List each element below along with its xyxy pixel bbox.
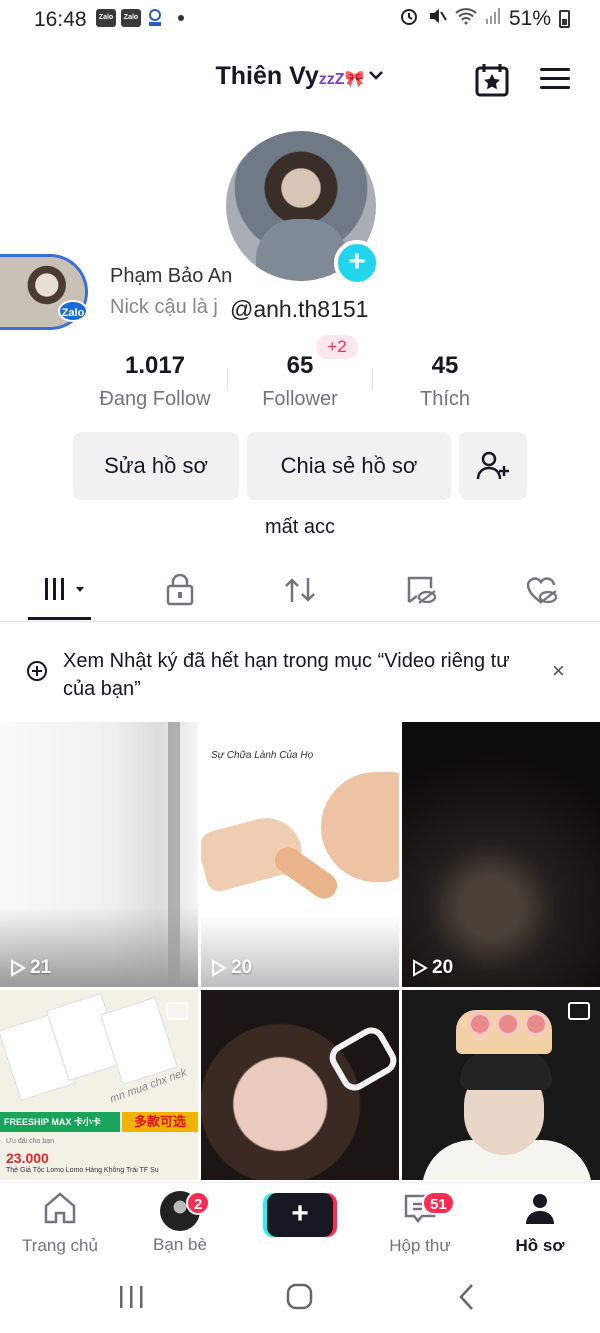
back-icon [459, 1284, 473, 1310]
view-count: 20 [412, 957, 453, 979]
stat-likes[interactable]: 45 Thích [365, 352, 525, 411]
deal-tag: Ưu đãi cho bạn [6, 1138, 55, 1145]
photo-icon [166, 1002, 188, 1020]
profile-header: Thiên VyzzZ🎀 [0, 56, 600, 104]
battery-percent: 51% [508, 7, 551, 30]
signal-icon [485, 7, 501, 31]
photo-post-thumbnail[interactable]: mn mua chx nek FREESHIP MAX 卡小卡 多款可选 Ưu … [0, 990, 198, 1180]
play-icon [413, 959, 428, 977]
repost-icon [285, 578, 315, 602]
photo-icon [568, 1002, 590, 1020]
zalo-notification-icon: Zalo [96, 9, 116, 27]
mute-icon [427, 6, 447, 32]
nav-inbox[interactable]: 51 Hộp thư [360, 1191, 480, 1256]
friends-badge: 2 [186, 1191, 211, 1215]
nav-profile[interactable]: Hồ sơ [480, 1191, 600, 1256]
grid-icon [45, 578, 84, 600]
active-tab-indicator [28, 617, 91, 620]
tab-reposts[interactable] [282, 572, 318, 608]
menu-icon [540, 68, 570, 71]
stat-followers[interactable]: 65 Follower [220, 352, 380, 411]
home-circle-icon [286, 1283, 313, 1310]
add-friend-button[interactable] [459, 432, 527, 500]
profile-icon [526, 1194, 554, 1224]
calendar-star-button[interactable] [474, 62, 514, 98]
chat-head-message: Nick cậu là j [110, 296, 218, 318]
play-icon [11, 959, 26, 977]
home-system-button[interactable] [279, 1282, 319, 1312]
home-icon [44, 1192, 76, 1224]
wifi-icon [455, 7, 477, 31]
photo-post-thumbnail[interactable] [402, 990, 600, 1180]
recent-apps-icon [120, 1286, 143, 1308]
alarm-icon [399, 6, 419, 32]
lock-icon [166, 573, 194, 606]
banner-text: Xem Nhật ký đã hết hạn trong mục “Video … [63, 650, 510, 700]
nav-home[interactable]: Trang chủ [0, 1191, 120, 1256]
tab-videos[interactable] [42, 572, 92, 608]
username-decoration: zzZ🎀 [318, 71, 365, 88]
battery-icon [559, 10, 570, 28]
product-badge: 多款可选 [122, 1112, 198, 1132]
notification-dot-icon [178, 15, 184, 21]
heart-hidden-icon [526, 577, 558, 604]
back-button[interactable] [446, 1282, 486, 1312]
tab-saved[interactable] [403, 572, 439, 608]
add-story-button[interactable]: + [334, 240, 380, 286]
inbox-badge: 51 [422, 1191, 455, 1215]
play-icon [212, 959, 227, 977]
close-icon[interactable]: × [552, 658, 565, 684]
content-tabs [0, 560, 600, 622]
status-bar: 16:48 Zalo Zalo 51% [0, 0, 600, 38]
status-time: 16:48 [34, 8, 87, 31]
bottom-navigation: Trang chủ 2 Bạn bè + 51 Hộp thư Hồ sơ [0, 1182, 600, 1262]
expired-stories-banner[interactable]: Xem Nhật ký đã hết hạn trong mục “Video … [0, 630, 600, 712]
chevron-down-icon [368, 65, 384, 86]
nav-friends[interactable]: 2 Bạn bè [120, 1191, 240, 1255]
video-caption: Sự Chữa Lành Của Họ [211, 750, 314, 761]
video-thumbnail[interactable]: 21 [0, 722, 198, 987]
edit-profile-button[interactable]: Sửa hồ sơ [73, 432, 239, 500]
recent-apps-button[interactable] [112, 1282, 152, 1312]
story-add-icon [27, 661, 47, 681]
username: Thiên Vy [215, 62, 319, 90]
video-thumbnail[interactable] [201, 990, 399, 1180]
freeship-banner: FREESHIP MAX 卡小卡 [0, 1112, 120, 1132]
chat-head-name: Phạm Bảo An [110, 265, 233, 287]
share-profile-button[interactable]: Chia sẻ hồ sơ [247, 432, 451, 500]
product-title: Thẻ Giá Tộc Lomo Lomo Hàng Không Trái TF… [6, 1167, 159, 1174]
stat-following[interactable]: 1.017 Đang Follow [75, 352, 235, 411]
add-friend-icon [476, 451, 509, 480]
system-navigation [0, 1262, 600, 1333]
calendar-star-icon [475, 64, 509, 97]
video-thumbnail[interactable]: Sự Chữa Lành Của Họ 20 [201, 722, 399, 987]
profile-handle: @anh.th8151 [230, 296, 369, 322]
tab-liked[interactable] [523, 572, 559, 608]
product-price: 23.000 [6, 1150, 49, 1166]
app-notification-icon [146, 8, 164, 33]
tab-private[interactable] [162, 572, 198, 608]
zalo-notification-icon: Zalo [121, 9, 141, 27]
zalo-icon: Zalo [58, 300, 88, 322]
video-thumbnail[interactable]: 20 [402, 722, 600, 987]
view-count: 20 [211, 957, 252, 979]
view-count: 21 [10, 957, 51, 979]
menu-button[interactable] [540, 62, 580, 98]
create-button[interactable]: + [267, 1193, 333, 1237]
profile-bio: mất acc [264, 516, 336, 538]
bookmark-hidden-icon [407, 576, 437, 604]
